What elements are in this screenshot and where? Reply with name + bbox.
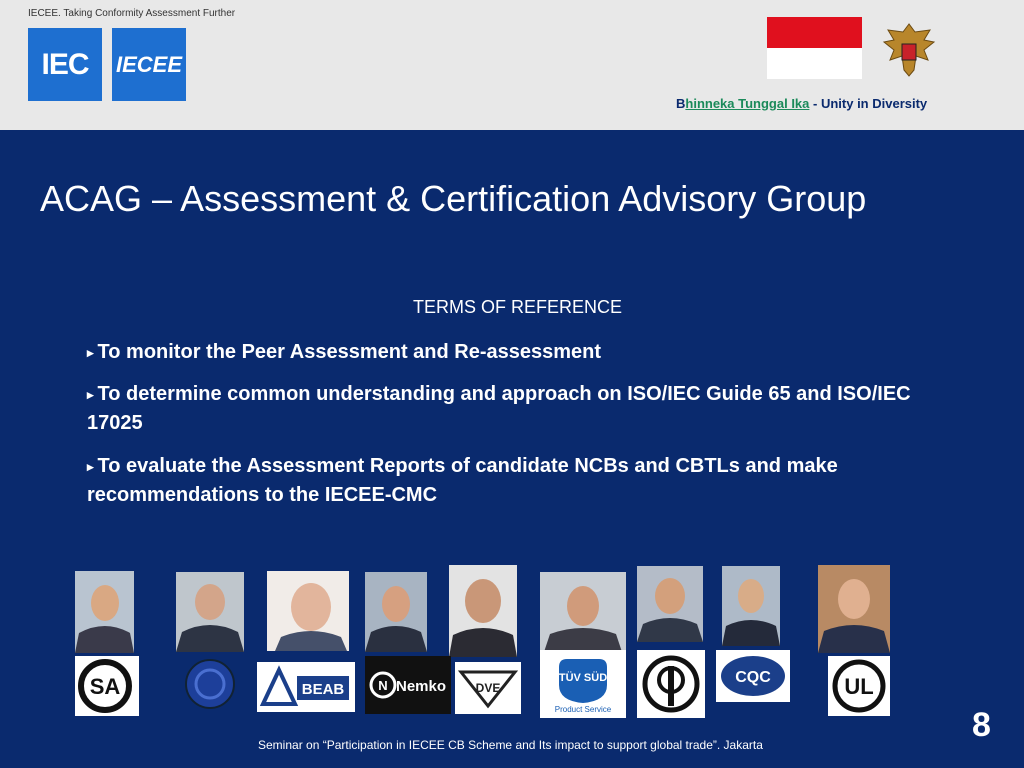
csa-logo: SA	[75, 656, 139, 716]
bullet-triangle-icon: ▸	[87, 387, 94, 403]
slide-header: IECEE. Taking Conformity Assessment Furt…	[0, 0, 1024, 130]
cb-emblem-logo	[176, 656, 244, 712]
motto-link[interactable]: hinneka Tunggal Ika	[685, 96, 809, 111]
member-photo	[722, 566, 780, 646]
member-photo	[449, 565, 517, 657]
bullet-item: ▸ To monitor the Peer Assessment and Re-a…	[87, 341, 602, 363]
cqc-logo: CQC	[716, 650, 790, 702]
iecee-logo: IECEE	[112, 28, 186, 101]
section-heading: TERMS OF REFERENCE	[413, 297, 623, 317]
member-photo	[267, 571, 349, 651]
iec-logo: IEC	[28, 28, 102, 101]
svg-text:Nemko: Nemko	[396, 678, 446, 695]
indonesia-flag-icon	[767, 17, 862, 79]
bullet-triangle-icon: ▸	[87, 345, 94, 361]
svg-text:SA: SA	[90, 674, 121, 699]
tuv-sud-logo: TÜV SÜD Product Service	[540, 650, 626, 718]
bullet-triangle-icon: ▸	[87, 459, 94, 475]
svg-text:TÜV SÜD: TÜV SÜD	[559, 671, 607, 684]
ul-logo: UL	[828, 656, 890, 716]
member-photo	[75, 571, 134, 653]
member-photo	[176, 572, 244, 652]
bullet-item: ▸ To determine common understanding and a…	[87, 383, 911, 435]
bullet-item: ▸ To evaluate the Assessment Reports of c…	[87, 455, 838, 507]
svg-text:DVE: DVE	[476, 681, 501, 695]
page-number: 8	[972, 706, 991, 744]
svg-text:N: N	[378, 678, 387, 693]
svg-text:UL: UL	[844, 674, 873, 699]
tuv-caption: Product Service	[554, 704, 612, 714]
ccc-emblem-logo	[637, 650, 705, 718]
vde-logo: DVE	[455, 662, 521, 714]
svg-text:BEAB: BEAB	[302, 681, 345, 698]
header-tagline: IECEE. Taking Conformity Assessment Furt…	[28, 8, 236, 19]
member-photo	[637, 566, 703, 642]
beab-logo: BEAB	[257, 662, 355, 712]
garuda-emblem-icon	[878, 16, 940, 84]
svg-text:CQC: CQC	[735, 669, 771, 686]
nemko-logo: N Nemko	[365, 656, 451, 714]
motto-text: Bhinneka Tunggal Ika - Unity in Diversit…	[676, 96, 928, 111]
member-photo	[818, 565, 890, 653]
slide-title: ACAG – Assessment & Certification Adviso…	[40, 178, 867, 219]
member-photo	[540, 572, 626, 652]
footer-text: Seminar on “Participation in IECEE CB Sc…	[258, 738, 763, 752]
member-photo	[365, 572, 427, 652]
